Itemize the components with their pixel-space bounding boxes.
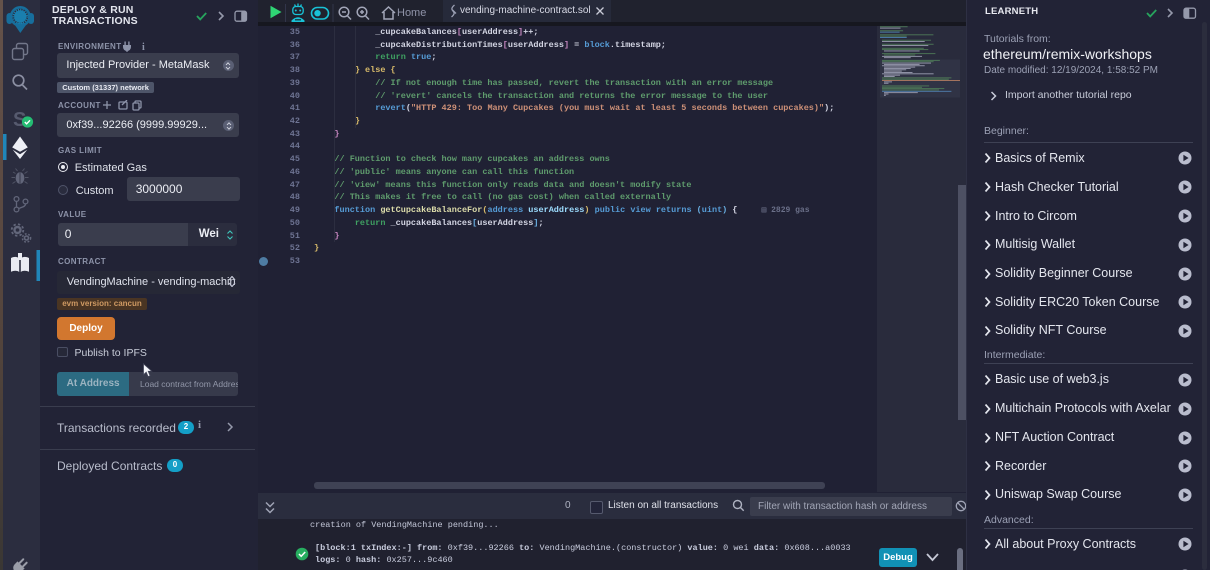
- svg-text:i: i: [142, 42, 145, 52]
